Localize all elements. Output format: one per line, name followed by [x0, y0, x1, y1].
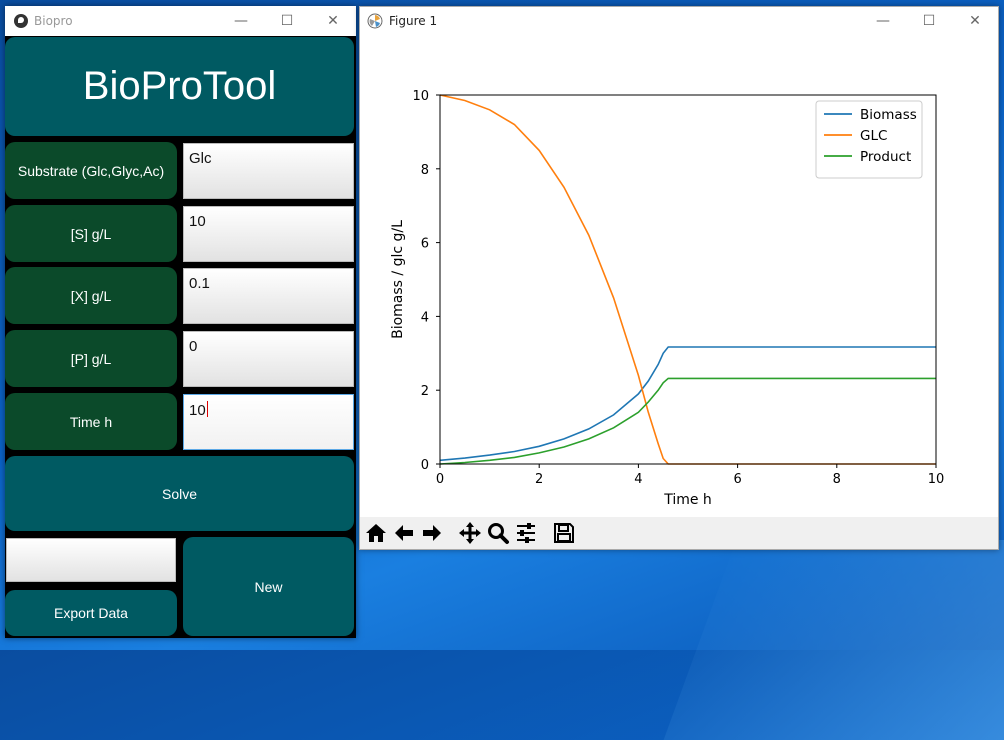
time-input-value: 10 — [189, 402, 206, 419]
product-conc-label[interactable]: [P] g/L — [5, 330, 177, 387]
new-button[interactable]: New — [183, 537, 354, 636]
substrate-conc-input[interactable]: 10 — [183, 206, 354, 262]
legend-label: GLC — [860, 128, 887, 144]
figure-minimize-button[interactable]: — — [860, 6, 906, 36]
x-tick-label: 6 — [733, 472, 741, 487]
app-heading: BioProTool — [5, 37, 354, 136]
substrate-label[interactable]: Substrate (Glc,Glyc,Ac) — [5, 142, 177, 199]
figure-window: Figure 1 — ☐ ✕ 0 2 4 6 8 10 0 2 4 6 8 10 Time h Bio… — [359, 6, 999, 550]
line-chart: 0 2 4 6 8 100246810 Time h Biomass / glc g/L … — [390, 89, 945, 508]
figure-titlebar[interactable]: Figure 1 — ☐ ✕ — [360, 7, 998, 35]
pan-icon[interactable] — [456, 519, 484, 547]
y-tick-label: 8 — [421, 163, 429, 178]
text-caret — [206, 401, 208, 417]
forward-arrow-icon[interactable] — [418, 519, 446, 547]
x-tick-label: 2 — [535, 472, 543, 487]
figure-maximize-button[interactable]: ☐ — [906, 6, 952, 36]
close-button[interactable]: ✕ — [310, 6, 356, 36]
x-tick-label: 4 — [634, 472, 642, 487]
save-icon[interactable] — [550, 519, 578, 547]
series-line-biomass — [439, 346, 936, 462]
configure-subplots-icon[interactable] — [512, 519, 540, 547]
legend-label: Product — [860, 149, 911, 165]
biopro-titlebar[interactable]: Biopro — ☐ ✕ — [5, 6, 356, 36]
biomass-conc-label[interactable]: [X] g/L — [5, 267, 177, 324]
x-tick-label: 8 — [833, 472, 841, 487]
zoom-icon[interactable] — [484, 519, 512, 547]
navigation-toolbar — [360, 517, 998, 549]
y-tick-label: 6 — [421, 237, 429, 252]
y-tick-label: 10 — [412, 89, 429, 104]
biomass-conc-input[interactable]: 0.1 — [183, 268, 354, 324]
substrate-conc-label[interactable]: [S] g/L — [5, 205, 177, 262]
x-tick-label: 10 — [928, 472, 945, 487]
x-tick-label: 0 — [436, 472, 444, 487]
back-arrow-icon[interactable] — [390, 519, 418, 547]
y-tick-label: 4 — [421, 310, 429, 325]
minimize-button[interactable]: — — [218, 6, 264, 36]
biopro-window: Biopro — ☐ ✕ BioProTool Substrate (Glc,G… — [5, 6, 356, 638]
legend-label: Biomass — [860, 107, 917, 123]
matplotlib-icon — [367, 13, 383, 29]
legend: Biomass GLC Product — [815, 100, 923, 179]
home-icon[interactable] — [362, 519, 390, 547]
kivy-app-icon — [14, 14, 28, 28]
plot-canvas[interactable]: 0 2 4 6 8 10 0 2 4 6 8 10 Time h Biomass / glc g/L … — [360, 35, 998, 517]
y-tick-label: 0 — [421, 458, 429, 473]
figure-window-title: Figure 1 — [389, 14, 438, 28]
solve-button[interactable]: Solve — [5, 456, 354, 531]
substrate-input[interactable]: Glc — [183, 143, 354, 199]
time-label[interactable]: Time h — [5, 393, 177, 450]
desktop-light-beam — [663, 540, 1004, 740]
y-tick-label: 2 — [421, 384, 429, 399]
time-input[interactable]: 10 — [183, 394, 354, 450]
figure-close-button[interactable]: ✕ — [952, 6, 998, 36]
window-title: Biopro — [34, 14, 73, 28]
maximize-button[interactable]: ☐ — [264, 6, 310, 36]
export-filename-input[interactable] — [6, 538, 176, 582]
export-data-button[interactable]: Export Data — [5, 590, 177, 636]
x-axis-label: Time h — [663, 492, 712, 508]
y-axis-label: Biomass / glc g/L — [390, 220, 406, 339]
product-conc-input[interactable]: 0 — [183, 331, 354, 387]
